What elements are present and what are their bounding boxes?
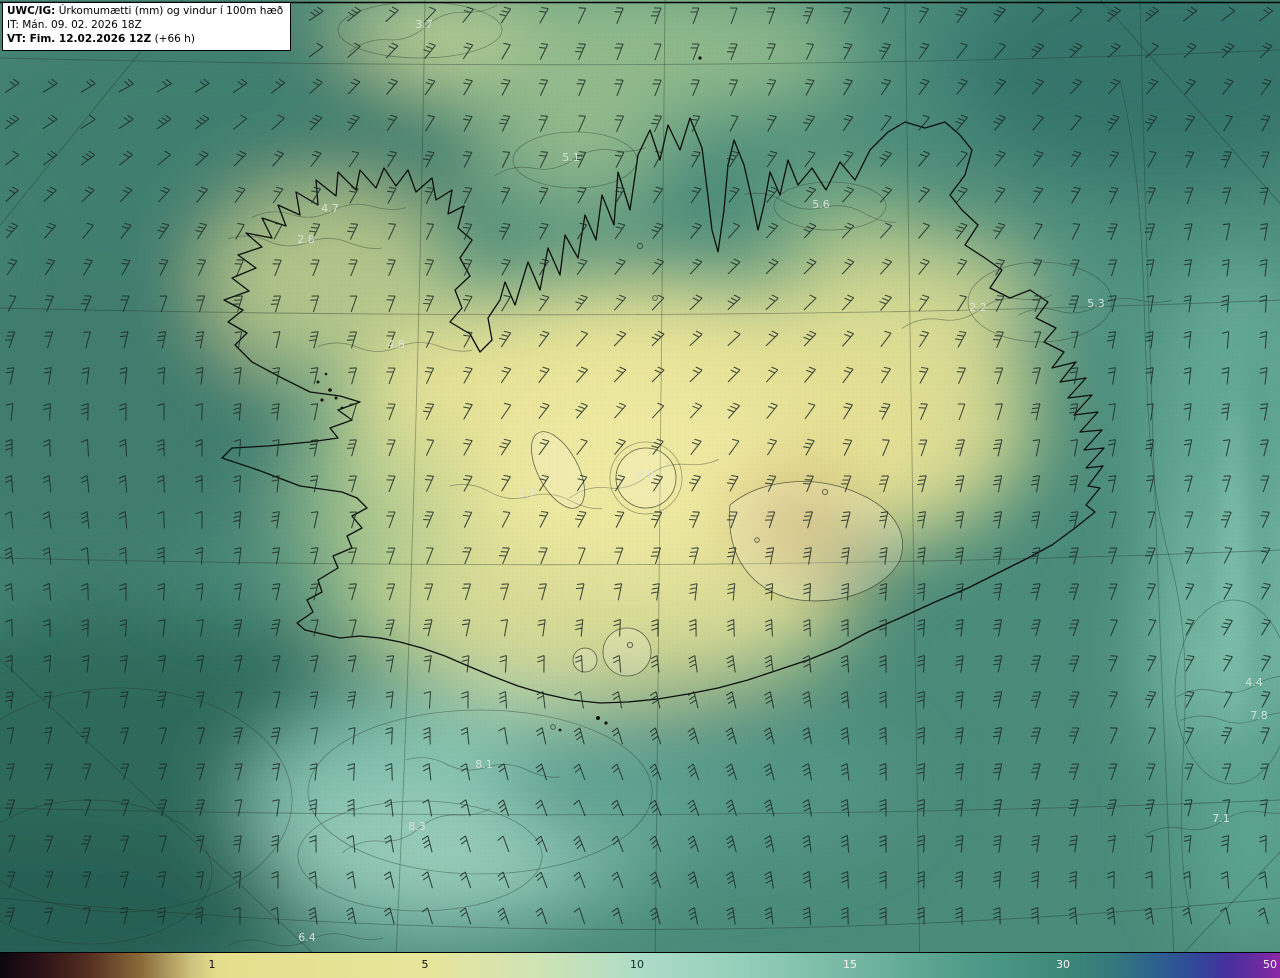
contour-label: 5.1 bbox=[562, 151, 580, 164]
contour-label: 5.3 bbox=[1087, 297, 1105, 310]
contour-label: 8.1 bbox=[475, 758, 493, 771]
model-label: UWC/IG: bbox=[7, 5, 56, 17]
contour-label: 4.4 bbox=[1245, 676, 1263, 689]
colorbar-tick-label: 10 bbox=[630, 958, 644, 971]
valid-time-bold: VT: Fim. 12.02.2026 12Z bbox=[7, 32, 152, 45]
valid-time-suffix: (+66 h) bbox=[151, 32, 195, 45]
contour-label: 2.2 bbox=[969, 301, 987, 314]
title-line: UWC/IG: Úrkomumætti (mm) og vindur í 100… bbox=[7, 5, 283, 19]
colorbar-tick-label: 15 bbox=[843, 958, 857, 971]
colorbar-tick-label: 1 bbox=[208, 958, 216, 971]
colorbar-tick-label: 50 bbox=[1263, 958, 1277, 971]
contour-label: 4.8 bbox=[387, 338, 405, 351]
init-time-line: IT: Mán. 09. 02. 2026 18Z bbox=[7, 18, 142, 31]
contour-label: 2.8 bbox=[297, 233, 315, 246]
contour-label: 4.7 bbox=[321, 202, 339, 215]
map-title: Úrkomumætti (mm) og vindur í 100m hæð bbox=[55, 5, 284, 17]
contour-label: 0.9 bbox=[636, 468, 654, 481]
contour-label: 8.3 bbox=[408, 820, 426, 833]
precipitation-wind-map: 3.7 5.1 4.7 2.8 5.6 2.2 5.3 4.8 1.7 0.9 4.4 7.8 8.1 8… bbox=[0, 0, 1280, 978]
contour-label: 1.7 bbox=[518, 487, 536, 500]
contour-label: 7.8 bbox=[1250, 709, 1268, 722]
colorbar-tick-label: 5 bbox=[421, 958, 429, 971]
contour-label: 7.1 bbox=[1212, 812, 1230, 825]
valid-time-line: VT: Fim. 12.02.2026 12Z (+66 h) bbox=[7, 33, 283, 47]
colorbar-tick-label: 30 bbox=[1056, 958, 1070, 971]
weather-map-page: 3.7 5.1 4.7 2.8 5.6 2.2 5.3 4.8 1.7 0.9 4.4 7.8 8.1 8… bbox=[0, 0, 1280, 978]
contour-label: 5.6 bbox=[812, 198, 830, 211]
colorbar: 1 5 10 15 30 50 bbox=[0, 952, 1280, 978]
contour-label: 6.4 bbox=[298, 931, 316, 944]
contour-label: 3.7 bbox=[415, 18, 433, 31]
title-box: UWC/IG: Úrkomumætti (mm) og vindur í 100… bbox=[2, 2, 292, 51]
